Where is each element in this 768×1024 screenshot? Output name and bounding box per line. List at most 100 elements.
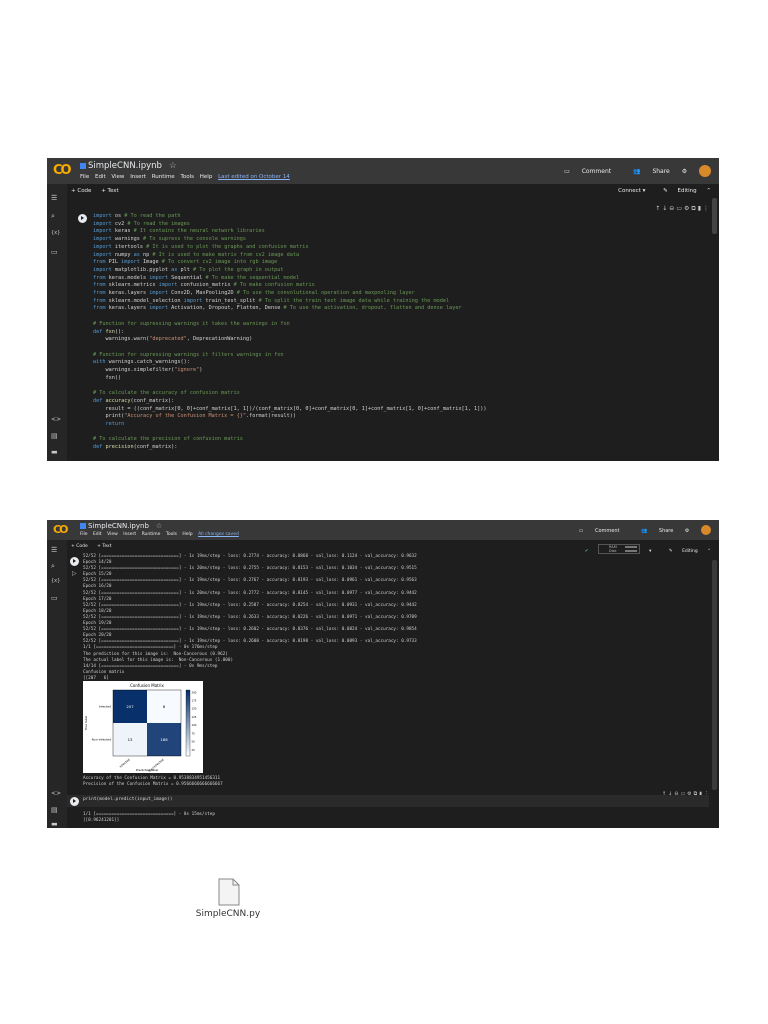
resource-monitor[interactable]: RAM Disk (598, 544, 640, 554)
colorbar-segment (186, 703, 190, 706)
notebook-screenshot-code: CO SimpleCNN.ipynb ☆ File Edit View Inser… (47, 158, 719, 461)
more-icon[interactable]: ⋮ (703, 205, 711, 212)
menu-view[interactable]: View (111, 174, 124, 180)
header-actions: ▭ Comment 👥 Share ⚙ (559, 525, 711, 535)
run-cell-button[interactable] (70, 796, 79, 806)
menu-edit[interactable]: Edit (95, 174, 106, 180)
star-icon[interactable]: ☆ (156, 522, 162, 530)
star-icon[interactable]: ☆ (169, 161, 177, 171)
folder-icon[interactable]: ▭ (51, 248, 58, 256)
metrics-output: Accuracy of the Confusion Matrix = 0.953… (83, 776, 223, 787)
output-line: Precision of the Confusion Matrix = 0.95… (83, 781, 223, 787)
notebook-title[interactable]: SimpleCNN.ipynb ☆ (80, 161, 177, 171)
file-name[interactable]: SimpleCNN.py (180, 909, 276, 919)
colorbar-segment (186, 718, 190, 722)
comment-button[interactable]: ▭ Comment (554, 168, 611, 175)
code-line: import matplotlib.pyplot as plt # To plo… (93, 266, 284, 273)
training-output: 52/52 [==============================] -… (83, 554, 417, 688)
colorbar-tick-label: 125 (192, 715, 197, 719)
command-palette-icon[interactable]: ▤ (51, 806, 58, 814)
saved-status-link[interactable]: All changes saved (198, 532, 239, 537)
search-icon[interactable]: ⌕ (51, 212, 55, 221)
run-cell-button[interactable] (70, 557, 79, 566)
run-cell-button[interactable] (78, 214, 87, 223)
cell-value-label: 13 (128, 737, 133, 742)
menu-tools[interactable]: Tools (166, 532, 177, 537)
add-code-button[interactable]: + Code (71, 544, 88, 549)
avatar[interactable] (699, 165, 711, 177)
scrollbar[interactable] (712, 198, 717, 234)
gear-icon[interactable]: ⚙ (685, 528, 689, 534)
colorbar-tick-label: 75 (192, 731, 196, 735)
menu-view[interactable]: View (107, 532, 118, 537)
variables-icon[interactable]: {x} (51, 578, 60, 584)
notebook-title[interactable]: SimpleCNN.ipynb ☆ (80, 522, 162, 530)
code-line: fxn() (93, 374, 122, 381)
menu-insert[interactable]: Insert (130, 174, 146, 180)
colorbar-segment (186, 738, 190, 741)
colorbar-segment (186, 747, 190, 750)
terminal-icon[interactable]: ▬ (51, 820, 58, 828)
code-line: from PIL import Image # To convert cv2 i… (93, 259, 278, 266)
menu-file[interactable]: File (80, 174, 89, 180)
menu-tools[interactable]: Tools (180, 174, 194, 180)
folder-icon[interactable]: ▭ (51, 594, 58, 602)
colorbar-segment (186, 712, 190, 715)
last-edited-link[interactable]: Last edited on October 14 (218, 174, 290, 180)
output-line: 52/52 [==============================] -… (83, 554, 417, 559)
y-tick-label: Infected (99, 705, 111, 709)
output-line: Accuracy of the Confusion Matrix = 0.953… (83, 776, 221, 781)
code-cell-predict[interactable]: print(model.predict(input_image)) (67, 795, 709, 807)
code-line: # To calculate the precision of confusio… (93, 436, 243, 443)
cell-value-label: 207 (126, 704, 134, 709)
menu-help[interactable]: Help (200, 174, 213, 180)
avatar[interactable] (701, 525, 711, 535)
menu-runtime[interactable]: Runtime (152, 174, 175, 180)
predict-code[interactable]: print(model.predict(input_image)) (83, 797, 172, 802)
code-snippets-icon[interactable]: <> (51, 416, 61, 423)
share-button[interactable]: 👥 Share (623, 168, 670, 175)
output-toggle-icon[interactable]: ▷ (72, 570, 77, 577)
menu-file[interactable]: File (80, 532, 88, 537)
pencil-icon: ✎ (668, 549, 673, 554)
menu-help[interactable]: Help (182, 532, 192, 537)
chevron-up-icon[interactable]: ⌃ (706, 188, 711, 194)
menu-bar: File Edit View Insert Runtime Tools Help… (80, 174, 294, 180)
menu-runtime[interactable]: Runtime (142, 532, 161, 537)
editing-button[interactable]: ✎ Editing (655, 188, 697, 194)
connect-button[interactable]: Connect ▾ (618, 188, 645, 194)
gear-icon[interactable]: ⚙ (682, 168, 687, 175)
code-cell-editor[interactable]: import os # To read the path import cv2 #… (93, 213, 487, 452)
command-palette-icon[interactable]: ▤ (51, 432, 58, 440)
code-snippets-icon[interactable]: <> (51, 790, 61, 797)
toc-icon[interactable]: ☰ (51, 546, 57, 554)
colorbar-tick-label: 200 (192, 690, 197, 694)
chevron-up-icon[interactable]: ⌃ (707, 549, 711, 554)
variables-icon[interactable]: {x} (51, 230, 60, 236)
x-tick-label: Infected (119, 758, 131, 769)
comment-button[interactable]: ▭ Comment (569, 528, 620, 534)
menu-edit[interactable]: Edit (93, 532, 102, 537)
colorbar-segment (186, 692, 190, 695)
code-line: import os # To read the path (93, 213, 181, 219)
add-text-button[interactable]: + Text (101, 188, 118, 194)
search-icon[interactable]: ⌕ (51, 562, 55, 571)
share-button[interactable]: 👥 Share (631, 528, 673, 534)
header-actions: ▭ Comment 👥 Share ⚙ (544, 165, 711, 177)
code-line: # Function for supressing warnings it fi… (93, 351, 284, 358)
scrollbar[interactable] (712, 560, 717, 790)
add-code-button[interactable]: + Code (71, 188, 91, 194)
add-text-button[interactable]: + Text (97, 544, 111, 549)
comment-cell-icon[interactable]: ▭ (676, 205, 684, 212)
code-line: def precision(conf_matrix): (93, 444, 178, 451)
file-icon[interactable] (218, 878, 240, 906)
terminal-icon[interactable]: ▬ (51, 448, 58, 456)
code-line: # To calculate the accuracy of confusion… (93, 390, 240, 397)
menu-insert[interactable]: Insert (123, 532, 136, 537)
colorbar-segment (186, 734, 190, 737)
chevron-down-icon[interactable]: ▾ (649, 549, 651, 554)
toc-icon[interactable]: ☰ (51, 194, 57, 202)
editing-button[interactable]: ✎ Editing (661, 549, 698, 554)
code-line: from sklearn.model_selection import trai… (93, 297, 450, 304)
